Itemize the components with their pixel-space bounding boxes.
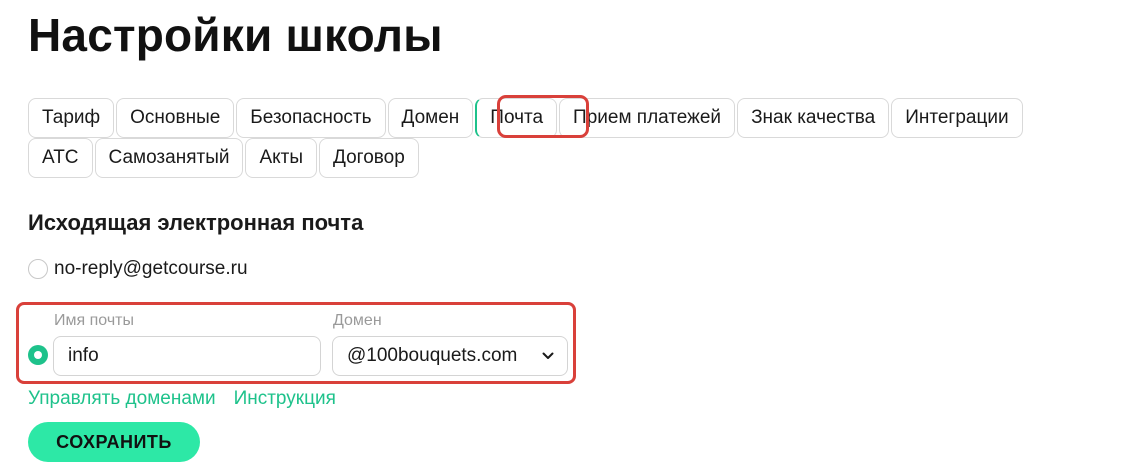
tabs-row-2: АТС Самозанятый Акты Договор bbox=[28, 138, 1108, 178]
school-settings-page: Настройки школы Тариф Основные Безопасно… bbox=[0, 0, 1133, 476]
tab-tariff[interactable]: Тариф bbox=[28, 98, 115, 138]
tab-general[interactable]: Основные bbox=[116, 98, 235, 138]
tabs-row-1: Тариф Основные Безопасность Домен Почта … bbox=[28, 98, 1108, 138]
tab-integrations[interactable]: Интеграции bbox=[891, 98, 1023, 138]
tab-payments[interactable]: Прием платежей bbox=[559, 98, 736, 138]
tab-contract[interactable]: Договор bbox=[319, 138, 419, 178]
default-mail-radio[interactable] bbox=[28, 259, 48, 279]
domain-select[interactable]: @100bouquets.com bbox=[332, 336, 568, 376]
tab-quality-mark[interactable]: Знак качества bbox=[737, 98, 890, 138]
mail-name-input[interactable] bbox=[53, 336, 321, 376]
tab-security[interactable]: Безопасность bbox=[236, 98, 386, 138]
save-button[interactable]: СОХРАНИТЬ bbox=[28, 422, 200, 462]
domain-select-value: @100bouquets.com bbox=[347, 345, 518, 366]
default-mail-label: no-reply@getcourse.ru bbox=[54, 258, 248, 279]
page-title: Настройки школы bbox=[28, 9, 443, 61]
settings-tabs: Тариф Основные Безопасность Домен Почта … bbox=[28, 98, 1108, 178]
section-title: Исходящая электронная почта bbox=[28, 210, 364, 235]
tab-domain[interactable]: Домен bbox=[387, 98, 474, 138]
default-mail-option[interactable]: no-reply@getcourse.ru bbox=[28, 258, 248, 280]
mail-name-label: Имя почты bbox=[54, 312, 134, 329]
tab-ats[interactable]: АТС bbox=[28, 138, 93, 178]
mail-links: Управлять доменами Инструкция bbox=[28, 388, 354, 410]
mail-domain-label: Домен bbox=[333, 312, 382, 329]
chevron-down-icon bbox=[541, 349, 555, 363]
tab-mail[interactable]: Почта bbox=[475, 98, 558, 138]
tab-acts[interactable]: Акты bbox=[245, 138, 318, 178]
tab-self-employed[interactable]: Самозанятый bbox=[94, 138, 244, 178]
manage-domains-link[interactable]: Управлять доменами bbox=[28, 388, 216, 410]
custom-mail-radio[interactable] bbox=[28, 345, 48, 365]
instruction-link[interactable]: Инструкция bbox=[234, 388, 336, 410]
